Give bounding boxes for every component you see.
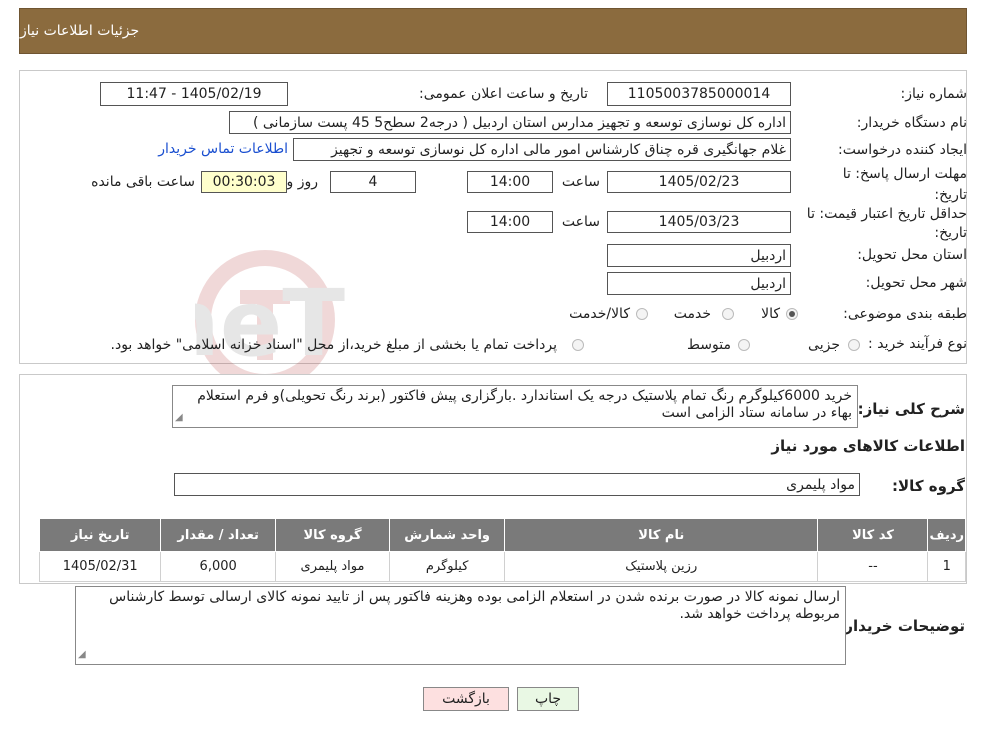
category-label: طبقه بندی موضوعی: — [843, 306, 967, 322]
category-option-both-label: کالا/خدمت — [569, 306, 630, 322]
city-label: شهر محل تحویل: — [865, 275, 967, 291]
col-code: کد کالا — [817, 518, 929, 552]
page-header: جزئیات اطلاعات نیاز — [19, 8, 967, 54]
deadline-time-field: 14:00 — [467, 171, 553, 193]
cell-quantity: 6,000 — [160, 551, 276, 582]
process-minor-radio[interactable] — [848, 339, 860, 351]
buyer-notes-text: ارسال نمونه کالا در صورت برنده شدن در اس… — [109, 589, 840, 622]
back-button[interactable]: بازگشت — [423, 687, 509, 711]
col-name: نام کالا — [504, 518, 819, 552]
process-note: پرداخت تمام یا بخشی از مبلغ خرید،از محل … — [110, 337, 557, 353]
validity-time-field: 14:00 — [467, 211, 553, 233]
resize-grip-icon[interactable]: ◢ — [78, 646, 86, 663]
process-medium-radio[interactable] — [738, 339, 750, 351]
cell-need-date: 1405/02/31 — [38, 551, 162, 582]
category-goods-radio[interactable] — [786, 308, 798, 320]
remaining-label: ساعت باقی مانده — [91, 174, 195, 190]
description-label: شرح کلی نیاز: — [857, 400, 965, 418]
goods-section-title: اطلاعات کالاهای مورد نیاز — [771, 437, 965, 455]
col-row: ردیف — [927, 518, 966, 552]
category-option-service-label: خدمت — [673, 306, 711, 322]
process-treasury-radio[interactable] — [572, 339, 584, 351]
days-field: 4 — [330, 171, 416, 193]
days-label: روز و — [286, 174, 319, 190]
print-button[interactable]: چاپ — [517, 687, 579, 711]
goods-group-field: مواد پلیمری — [174, 473, 860, 496]
watermark-text: AriaTender.neT — [195, 270, 345, 377]
process-option-minor-label: جزیی — [808, 337, 840, 353]
cell-unit: کیلوگرم — [389, 551, 506, 582]
remaining-time-field: 00:30:03 — [201, 171, 287, 193]
category-both-radio[interactable] — [636, 308, 648, 320]
need-number-field: 1105003785000014 — [607, 82, 791, 106]
city-field: اردبیل — [607, 272, 791, 295]
need-number-label: شماره نیاز: — [900, 86, 968, 102]
deadline-label: مهلت ارسال پاسخ: تا تاریخ: — [842, 166, 967, 203]
buyer-org-label: نام دستگاه خریدار: — [856, 115, 967, 131]
process-option-medium-label: متوسط — [687, 337, 731, 353]
table-row: 1 -- رزین پلاستیک کیلوگرم مواد پلیمری 6,… — [38, 551, 966, 582]
validity-time-label: ساعت — [561, 214, 600, 230]
col-unit: واحد شمارش — [389, 518, 506, 552]
category-option-goods-label: کالا — [761, 306, 780, 322]
province-field: اردبیل — [607, 244, 791, 267]
page-title: جزئیات اطلاعات نیاز — [20, 23, 140, 39]
validity-label: حداقل تاریخ اعتبار قیمت: تا تاریخ: — [806, 206, 967, 241]
col-group: گروه کالا — [274, 518, 391, 552]
col-quantity: تعداد / مقدار — [160, 518, 276, 552]
announce-label: تاریخ و ساعت اعلان عمومی: — [419, 86, 588, 102]
description-text: خرید 6000کیلوگرم رنگ تمام پلاستیک درجه ی… — [197, 388, 852, 421]
col-need-date: تاریخ نیاز — [38, 518, 162, 552]
buyer-notes-label: توضیحات خریدار: — [838, 617, 965, 635]
deadline-time-label: ساعت — [561, 174, 600, 190]
goods-group-label: گروه کالا: — [892, 477, 965, 495]
category-service-radio[interactable] — [722, 308, 734, 320]
goods-table: ردیف کد کالا نام کالا واحد شمارش گروه کا… — [38, 518, 966, 582]
creator-field: غلام جهانگیری قره چناق کارشناس امور مالی… — [293, 138, 791, 161]
description-textarea[interactable]: خرید 6000کیلوگرم رنگ تمام پلاستیک درجه ی… — [172, 385, 858, 428]
cell-group: مواد پلیمری — [274, 551, 391, 582]
process-label: نوع فرآیند خرید : — [868, 336, 967, 352]
announce-field: 1405/02/19 - 11:47 — [100, 82, 288, 106]
validity-date-field: 1405/03/23 — [607, 211, 791, 233]
buyer-org-field: اداره کل نوسازی توسعه و تجهیز مدارس استا… — [229, 111, 791, 134]
buyer-contact-link[interactable]: اطلاعات تماس خریدار — [158, 141, 288, 157]
buyer-notes-textarea[interactable]: ارسال نمونه کالا در صورت برنده شدن در اس… — [75, 586, 846, 665]
creator-label: ایجاد کننده درخواست: — [838, 142, 967, 158]
cell-row: 1 — [927, 551, 966, 582]
deadline-date-field: 1405/02/23 — [607, 171, 791, 193]
cell-code: -- — [817, 551, 929, 582]
province-label: استان محل تحویل: — [857, 247, 967, 263]
cell-name: رزین پلاستیک — [504, 551, 819, 582]
goods-table-header: ردیف کد کالا نام کالا واحد شمارش گروه کا… — [38, 518, 966, 552]
resize-grip-icon[interactable]: ◢ — [175, 409, 183, 426]
